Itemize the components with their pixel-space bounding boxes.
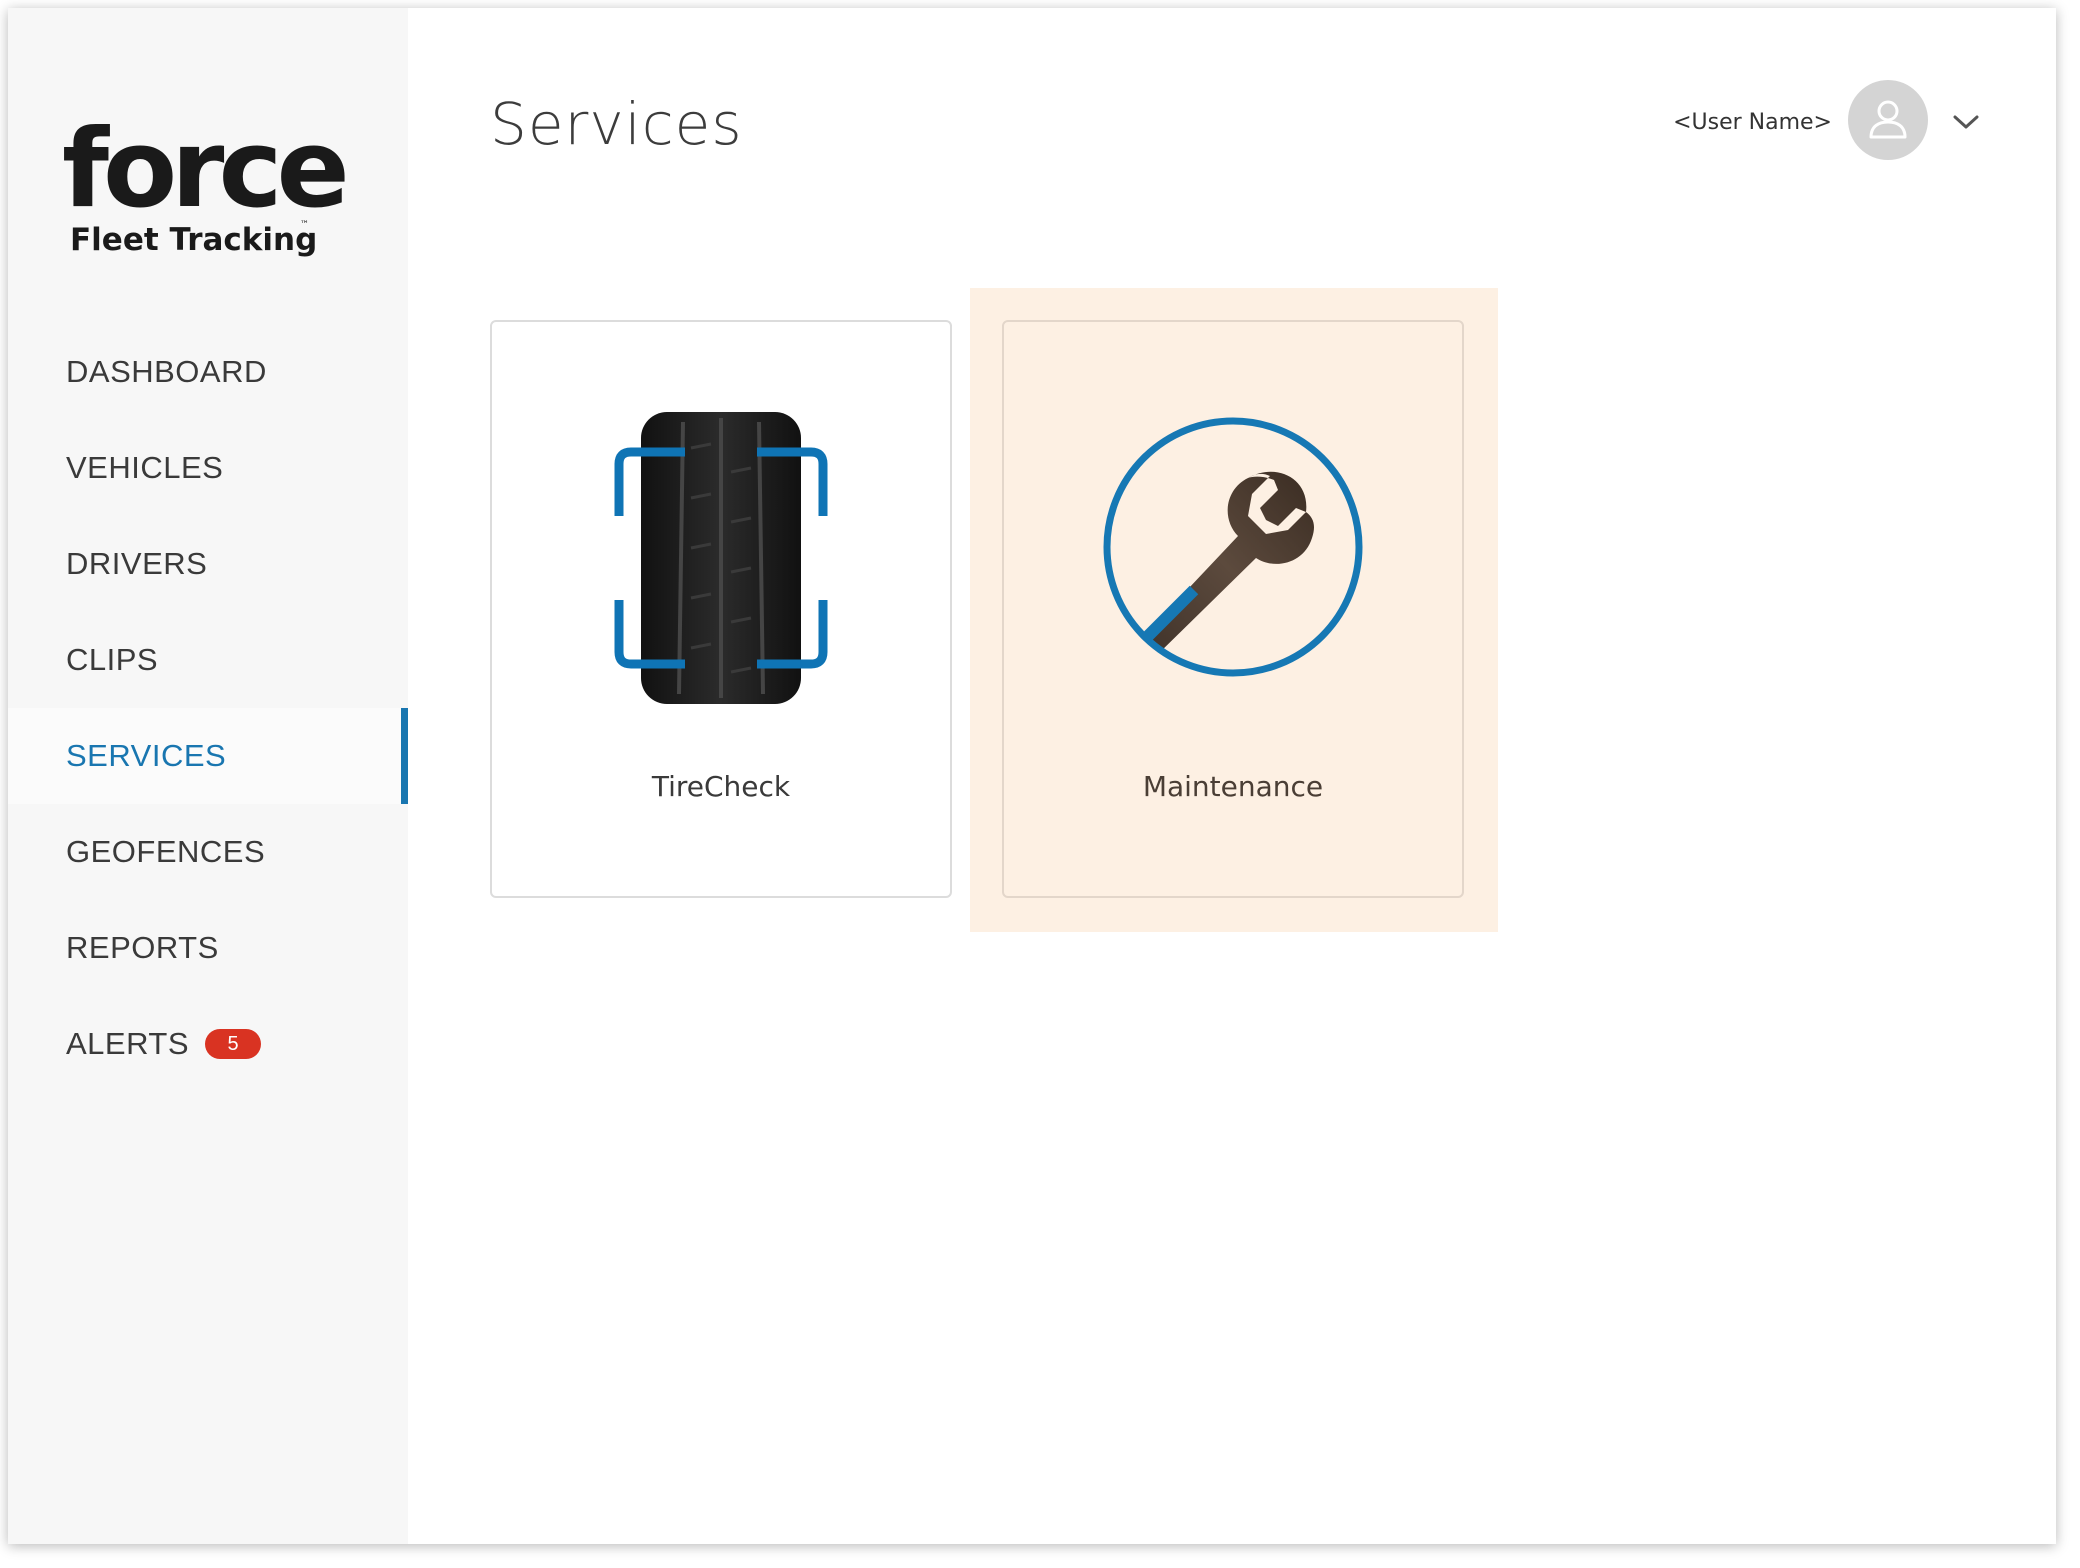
logo-trademark: ™ <box>300 220 309 230</box>
sidebar-item-label: VEHICLES <box>66 450 224 485</box>
sidebar-item-reports[interactable]: REPORTS <box>8 900 408 996</box>
wrench-icon <box>1103 417 1363 677</box>
sidebar-item-services[interactable]: SERVICES <box>8 708 408 804</box>
sidebar: force Fleet Tracking ™ DASHBOARD VEHICLE… <box>8 8 408 1544</box>
sidebar-item-label: DRIVERS <box>66 546 208 581</box>
sidebar-item-drivers[interactable]: DRIVERS <box>8 516 408 612</box>
sidebar-item-label: DASHBOARD <box>66 354 267 389</box>
chevron-down-icon[interactable] <box>1952 112 1980 132</box>
sidebar-item-alerts[interactable]: ALERTS 5 <box>8 996 408 1092</box>
avatar[interactable] <box>1848 80 1928 160</box>
sidebar-item-vehicles[interactable]: VEHICLES <box>8 420 408 516</box>
user-name[interactable]: <User Name> <box>1673 110 1832 135</box>
alerts-count-badge: 5 <box>205 1029 262 1059</box>
service-card-label: Maintenance <box>1142 770 1324 803</box>
logo-subtitle: Fleet Tracking <box>70 222 318 258</box>
tire-icon <box>614 412 828 704</box>
sidebar-nav: DASHBOARD VEHICLES DRIVERS CLIPS SERVICE… <box>8 324 408 1092</box>
service-card-label: TireCheck <box>651 770 791 803</box>
sidebar-item-clips[interactable]: CLIPS <box>8 612 408 708</box>
brand-logo[interactable]: force Fleet Tracking ™ <box>62 107 350 260</box>
service-card-maintenance[interactable]: Maintenance <box>1002 320 1464 898</box>
sidebar-item-label: REPORTS <box>66 930 219 965</box>
page-title: Services <box>490 90 743 158</box>
app-window: force Fleet Tracking ™ DASHBOARD VEHICLE… <box>8 8 2056 1544</box>
sidebar-item-label: CLIPS <box>66 642 159 677</box>
sidebar-item-label: ALERTS <box>66 1026 190 1061</box>
sidebar-item-dashboard[interactable]: DASHBOARD <box>8 324 408 420</box>
sidebar-item-label: GEOFENCES <box>66 834 266 869</box>
service-card-tirecheck[interactable]: TireCheck <box>490 320 952 898</box>
user-icon <box>1869 100 1907 139</box>
logo-wordmark: force <box>62 107 350 232</box>
sidebar-item-geofences[interactable]: GEOFENCES <box>8 804 408 900</box>
sidebar-item-label: SERVICES <box>66 738 227 773</box>
